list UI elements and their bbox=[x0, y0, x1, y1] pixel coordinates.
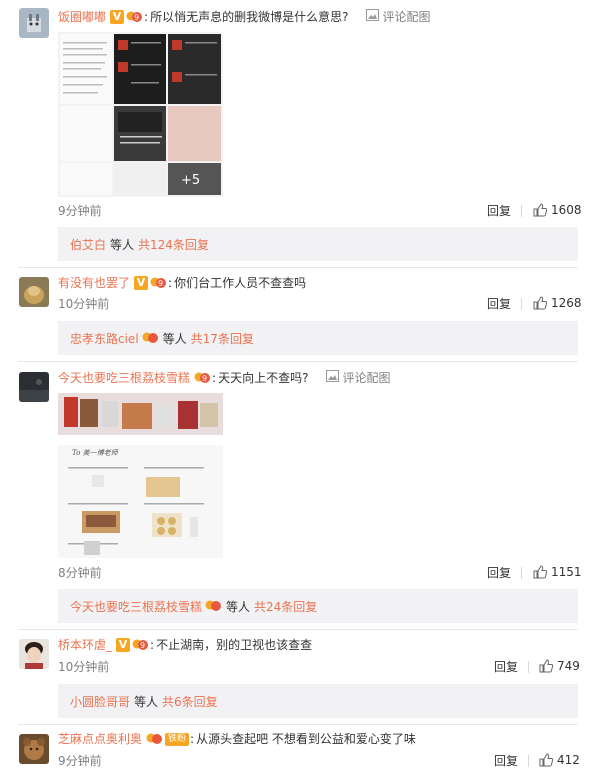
svg-text:9: 9 bbox=[202, 374, 207, 383]
svg-text:9: 9 bbox=[134, 13, 139, 22]
username[interactable]: 芝麻点点奥利奥 bbox=[58, 730, 142, 748]
like-count: 412 bbox=[557, 753, 580, 767]
like-thumb-icon bbox=[539, 753, 553, 767]
comment-time: 10分钟前 bbox=[58, 660, 110, 674]
like-button[interactable]: 1608 bbox=[533, 203, 582, 217]
colon: : bbox=[144, 10, 149, 24]
like-count: 749 bbox=[557, 659, 580, 673]
colon: : bbox=[190, 732, 195, 746]
level-badge-icon: 9 bbox=[126, 10, 143, 24]
like-thumb-icon bbox=[533, 203, 547, 217]
svg-text:9: 9 bbox=[158, 279, 163, 288]
comment-image[interactable]: To 美一博老师 bbox=[58, 393, 223, 558]
like-count: 1151 bbox=[551, 565, 582, 579]
picture-icon[interactable] bbox=[366, 8, 380, 26]
comment-text: 从源头查起吧 不想看到公益和爱心变了味 bbox=[196, 732, 416, 746]
comment-header: 饭圈嘟嘟 V 9 : 所以悄无声息的删我微博是什么意思? 评论配图 bbox=[58, 8, 430, 26]
sub-reply-count[interactable]: 共124条回复 bbox=[138, 236, 209, 253]
level-badge-icon bbox=[205, 599, 222, 613]
comment-text: 你们台工作人员不查查吗 bbox=[174, 276, 307, 290]
comment-time: 9分钟前 bbox=[58, 754, 102, 768]
comment-image[interactable]: +5 bbox=[58, 32, 223, 197]
picture-label[interactable]: 评论配图 bbox=[342, 369, 390, 387]
sub-replies-box[interactable]: 伯艾白 等人 共124条回复 bbox=[58, 227, 578, 261]
sub-reply-mid: 等人 bbox=[110, 237, 135, 252]
sub-reply-mid: 等人 bbox=[226, 599, 251, 614]
more-images-count: +5 bbox=[181, 173, 200, 188]
sub-replies-box[interactable]: 小圆脸哥哥 等人 共6条回复 bbox=[58, 684, 578, 718]
username[interactable]: 饭圈嘟嘟 bbox=[58, 8, 106, 26]
sub-reply-user[interactable]: 伯艾白 bbox=[70, 236, 106, 253]
like-thumb-icon bbox=[533, 296, 547, 310]
comment-time: 9分钟前 bbox=[58, 204, 102, 218]
level-badge-icon bbox=[142, 331, 159, 345]
sub-reply-user[interactable]: 小圆脸哥哥 bbox=[70, 693, 130, 710]
sub-reply-mid: 等人 bbox=[162, 331, 187, 346]
comment-text: 所以悄无声息的删我微博是什么意思? bbox=[150, 10, 349, 24]
avatar[interactable] bbox=[19, 372, 49, 402]
colon: : bbox=[150, 638, 155, 652]
like-button[interactable]: 1268 bbox=[533, 296, 582, 310]
divider bbox=[521, 298, 522, 310]
comment-text: 不止湖南，别的卫视也该查查 bbox=[156, 638, 313, 652]
username[interactable]: 有没有也罢了 bbox=[58, 274, 130, 292]
level-badge-icon bbox=[146, 732, 163, 746]
reply-button[interactable]: 回复 bbox=[494, 754, 518, 768]
sub-reply-user[interactable]: 今天也要吃三根荔枝雪糕 bbox=[70, 598, 202, 615]
level-badge-icon: 9 bbox=[150, 276, 167, 290]
avatar[interactable] bbox=[19, 8, 49, 38]
colon: : bbox=[168, 276, 173, 290]
comment-time: 8分钟前 bbox=[58, 566, 102, 580]
comment-time: 10分钟前 bbox=[58, 297, 110, 311]
reply-button[interactable]: 回复 bbox=[487, 297, 511, 311]
like-count: 1268 bbox=[551, 296, 582, 310]
comment-text: 天天向上不查吗? bbox=[218, 371, 309, 385]
like-thumb-icon bbox=[533, 565, 547, 579]
comment-divider bbox=[18, 629, 578, 630]
sub-reply-user[interactable]: 忠孝东路ciel bbox=[70, 330, 139, 347]
comment-divider bbox=[18, 724, 578, 725]
username[interactable]: 今天也要吃三根荔枝雪糕 bbox=[58, 369, 190, 387]
comment-divider bbox=[18, 361, 578, 362]
divider bbox=[528, 661, 529, 673]
sub-replies-box[interactable]: 今天也要吃三根荔枝雪糕 等人 共24条回复 bbox=[58, 589, 578, 623]
divider bbox=[528, 755, 529, 767]
fan-badge: 铁粉 bbox=[165, 732, 190, 746]
comment-header: 有没有也罢了 V 9 : 你们台工作人员不查查吗 bbox=[58, 274, 306, 292]
colon: : bbox=[212, 371, 217, 385]
avatar[interactable] bbox=[19, 277, 49, 307]
image-caption: To 美一博老师 bbox=[72, 449, 120, 457]
comment-header: 芝麻点点奥利奥 铁粉 : 从源头查起吧 不想看到公益和爱心变了味 bbox=[58, 730, 416, 748]
picture-label[interactable]: 评论配图 bbox=[382, 8, 430, 26]
picture-icon[interactable] bbox=[326, 369, 340, 387]
comment-header: 今天也要吃三根荔枝雪糕 9 : 天天向上不查吗? 评论配图 bbox=[58, 369, 390, 387]
reply-button[interactable]: 回复 bbox=[494, 660, 518, 674]
sub-replies-box[interactable]: 忠孝东路ciel 等人 共17条回复 bbox=[58, 321, 578, 355]
level-badge-icon: 9 bbox=[132, 638, 149, 652]
divider bbox=[521, 567, 522, 579]
comment-divider bbox=[18, 267, 578, 268]
sub-reply-count[interactable]: 共17条回复 bbox=[191, 330, 254, 347]
comment-header: 桥本环虐_ V 9 : 不止湖南，别的卫视也该查查 bbox=[58, 636, 312, 654]
like-thumb-icon bbox=[539, 659, 553, 673]
like-count: 1608 bbox=[551, 203, 582, 217]
like-button[interactable]: 749 bbox=[539, 659, 580, 673]
avatar[interactable] bbox=[19, 734, 49, 764]
reply-button[interactable]: 回复 bbox=[487, 566, 511, 580]
vip-v-icon: V bbox=[134, 276, 149, 290]
reply-button[interactable]: 回复 bbox=[487, 204, 511, 218]
sub-reply-count[interactable]: 共6条回复 bbox=[162, 693, 218, 710]
divider bbox=[521, 205, 522, 217]
svg-text:9: 9 bbox=[140, 641, 145, 650]
sub-reply-count[interactable]: 共24条回复 bbox=[254, 598, 317, 615]
vip-v-icon: V bbox=[116, 638, 131, 652]
avatar[interactable] bbox=[19, 639, 49, 669]
vip-v-icon: V bbox=[110, 10, 125, 24]
like-button[interactable]: 1151 bbox=[533, 565, 582, 579]
level-badge-icon: 9 bbox=[194, 371, 211, 385]
like-button[interactable]: 412 bbox=[539, 753, 580, 767]
username[interactable]: 桥本环虐_ bbox=[58, 636, 112, 654]
sub-reply-mid: 等人 bbox=[134, 694, 159, 709]
